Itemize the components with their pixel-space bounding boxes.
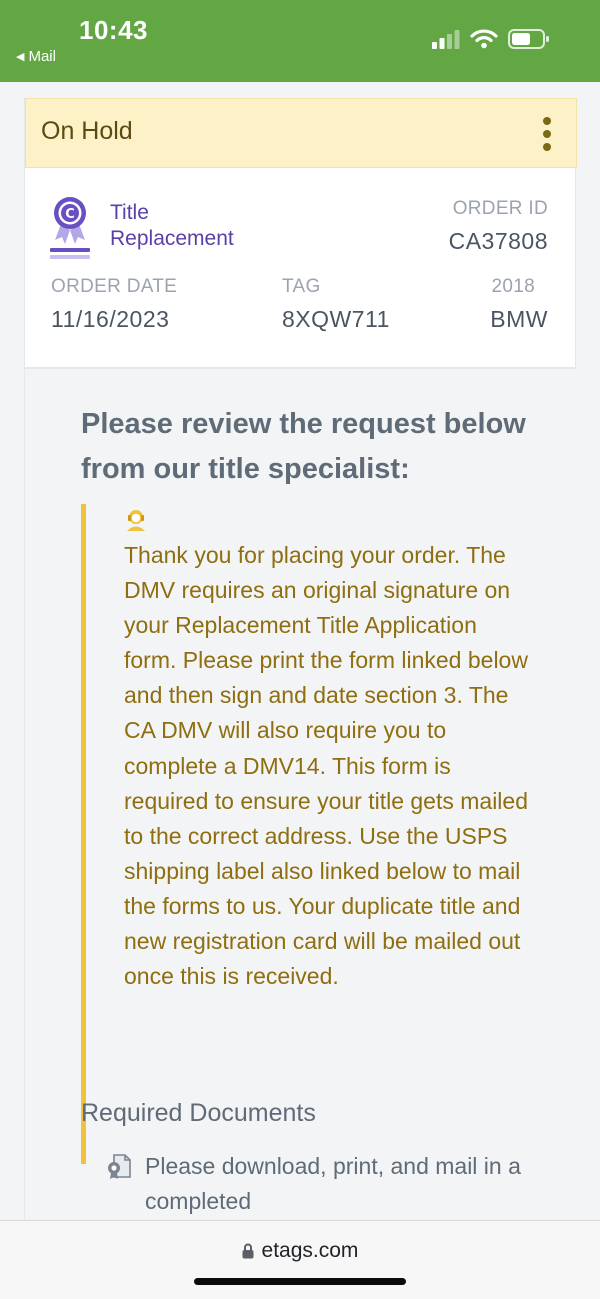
wifi-icon: [470, 29, 498, 49]
more-options-icon[interactable]: [542, 117, 552, 151]
status-bar: 10:43 ◀ Mail: [0, 0, 600, 82]
url-text: etags.com: [261, 1239, 359, 1262]
back-label: Mail: [28, 48, 56, 65]
order-status-text: On Hold: [41, 117, 133, 145]
order-id-label: ORDER ID: [452, 198, 548, 219]
back-to-mail-link[interactable]: ◀ Mail: [16, 48, 56, 65]
back-arrow-icon: ◀: [16, 51, 25, 63]
required-documents-heading: Required Documents: [81, 1099, 316, 1127]
svg-text:C: C: [65, 207, 75, 222]
tag-value: 8XQW711: [282, 306, 390, 332]
support-agent-icon: [127, 510, 145, 531]
order-date-label: ORDER DATE: [51, 276, 178, 297]
tag-label: TAG: [282, 276, 321, 297]
browser-url-bar[interactable]: etags.com: [0, 1220, 600, 1299]
vehicle-year: 2018: [491, 276, 535, 297]
order-date-value: 11/16/2023: [51, 306, 170, 332]
order-card: On Hold C Title Replacement ORDER ID CA3…: [24, 98, 577, 1228]
specialist-message: Thank you for placing your order. The DM…: [124, 542, 528, 990]
order-id-value: CA37808: [448, 228, 548, 254]
vehicle-make: BMW: [490, 306, 548, 332]
lock-icon: [242, 1243, 254, 1259]
award-ribbon-icon: C: [50, 197, 90, 259]
url-display[interactable]: etags.com: [0, 1239, 600, 1263]
quote-bar: [81, 504, 86, 1164]
review-heading: Please review the request below from our…: [81, 408, 526, 485]
status-icons: [432, 28, 550, 50]
battery-icon: [508, 29, 549, 49]
required-document-item: Please download, print, and mail in a co…: [145, 1153, 521, 1214]
order-status-banner: On Hold: [25, 98, 577, 168]
cellular-signal-icon: [432, 30, 460, 49]
home-indicator[interactable]: [194, 1278, 406, 1285]
document-seal-icon: [108, 1154, 131, 1179]
product-name: Title Replacement: [110, 201, 234, 250]
status-time: 10:43: [79, 15, 148, 45]
